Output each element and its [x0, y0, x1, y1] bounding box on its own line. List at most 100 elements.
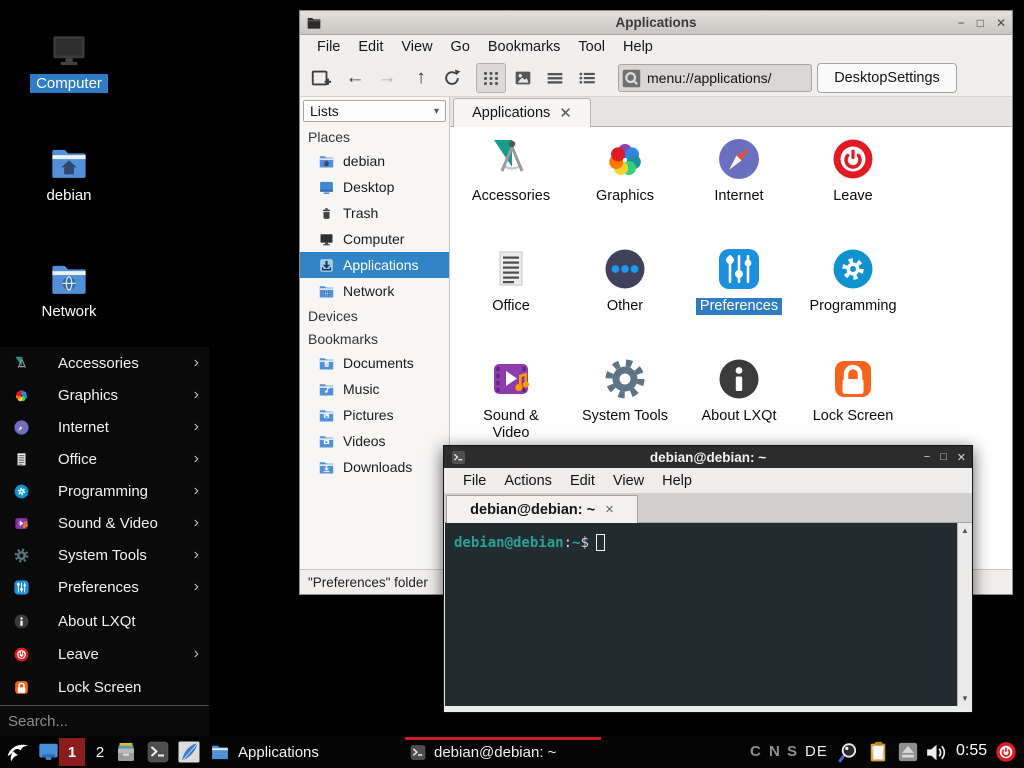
- quicklaunch-featherpad[interactable]: [177, 740, 201, 764]
- sidebar-header-bookmarks: Bookmarks: [300, 327, 449, 350]
- sidebar-item-downloads[interactable]: Downloads: [300, 454, 449, 480]
- terminal-titlebar[interactable]: debian@debian: ~ − □ ✕: [444, 446, 972, 468]
- menu-file[interactable]: File: [454, 471, 495, 491]
- tray-clipboard-manager[interactable]: [866, 740, 891, 765]
- task-button-terminal[interactable]: debian@debian: ~: [409, 736, 556, 768]
- menu-edit[interactable]: Edit: [561, 471, 604, 491]
- sidebar-item-videos[interactable]: Videos: [300, 428, 449, 454]
- app-category-preferences[interactable]: Preferences: [682, 243, 796, 353]
- start-menu-button[interactable]: [4, 739, 32, 765]
- sidebar-item-pictures[interactable]: Pictures: [300, 402, 449, 428]
- menu-item-graphics[interactable]: Graphics ›: [0, 379, 209, 411]
- office-icon: [13, 451, 30, 468]
- quicklaunch-terminal[interactable]: [146, 740, 170, 764]
- programming-icon: [829, 245, 877, 293]
- sidebar-item-computer[interactable]: Computer: [300, 226, 449, 252]
- minimize-button[interactable]: −: [924, 451, 930, 464]
- compact-view-icon: [544, 67, 566, 89]
- menu-item-lock-screen[interactable]: Lock Screen: [0, 671, 209, 703]
- menu-view[interactable]: View: [604, 471, 653, 491]
- menu-item-office[interactable]: Office ›: [0, 443, 209, 475]
- applications-icon: [318, 257, 335, 274]
- task-button-applications[interactable]: Applications: [209, 736, 319, 768]
- menu-edit[interactable]: Edit: [349, 37, 392, 57]
- fm-titlebar[interactable]: Applications − □ ✕: [300, 11, 1012, 35]
- videos-folder-icon: [318, 433, 335, 450]
- app-category-internet[interactable]: Internet: [682, 133, 796, 243]
- home-folder-icon: [46, 142, 92, 184]
- scroll-down-icon[interactable]: ▼: [961, 694, 969, 703]
- menu-item-preferences[interactable]: Preferences ›: [0, 571, 209, 603]
- app-category-graphics[interactable]: Graphics: [568, 133, 682, 243]
- menu-item-leave[interactable]: Leave ›: [0, 638, 209, 670]
- refresh-button[interactable]: [438, 64, 466, 92]
- menu-item-accessories[interactable]: Accessories ›: [0, 347, 209, 379]
- tray-removable-media[interactable]: [897, 741, 919, 763]
- tray-power-button[interactable]: [994, 740, 1018, 764]
- menu-view[interactable]: View: [392, 37, 441, 57]
- sidebar-item-desktop[interactable]: Desktop: [300, 174, 449, 200]
- app-category-programming[interactable]: Programming: [796, 243, 910, 353]
- minimize-button[interactable]: −: [958, 16, 965, 30]
- sidebar-item-debian[interactable]: debian: [300, 148, 449, 174]
- menu-search-row: [0, 705, 209, 736]
- menu-go[interactable]: Go: [442, 37, 479, 57]
- sidebar-mode-selector[interactable]: Lists ▾: [303, 100, 446, 122]
- desktop-icon-computer[interactable]: Computer: [14, 28, 124, 93]
- scroll-up-icon[interactable]: ▲: [961, 526, 969, 535]
- new-tab-button[interactable]: [307, 64, 335, 92]
- app-category-other[interactable]: Other: [568, 243, 682, 353]
- compact-view-button[interactable]: [540, 63, 570, 93]
- tab-close-icon[interactable]: ×: [605, 501, 614, 518]
- thumbnail-view-button[interactable]: [508, 63, 538, 93]
- forward-button[interactable]: →: [373, 64, 401, 92]
- app-category-leave[interactable]: Leave: [796, 133, 910, 243]
- desktop-icon-network[interactable]: Network: [14, 258, 124, 321]
- sidebar-item-trash[interactable]: Trash: [300, 200, 449, 226]
- sidebar-item-applications[interactable]: Applications: [300, 252, 449, 278]
- menu-actions[interactable]: Actions: [495, 471, 561, 491]
- menu-item-about-lxqt[interactable]: About LXQt: [0, 605, 209, 637]
- menu-help[interactable]: Help: [653, 471, 701, 491]
- workspace-1-button[interactable]: 1: [59, 738, 85, 766]
- back-button[interactable]: ←: [341, 64, 369, 92]
- menu-item-programming[interactable]: Programming ›: [0, 475, 209, 507]
- workspace-2-button[interactable]: 2: [88, 738, 112, 766]
- fm-tab-applications[interactable]: Applications ✕: [453, 98, 591, 127]
- app-category-accessories[interactable]: Accessories: [454, 133, 568, 243]
- clock[interactable]: 0:55: [956, 742, 987, 760]
- terminal-scrollbar[interactable]: ▲ ▼: [957, 523, 972, 706]
- show-desktop-button[interactable]: [37, 741, 60, 763]
- menu-file[interactable]: File: [308, 37, 349, 57]
- sidebar-item-documents[interactable]: Documents: [300, 350, 449, 376]
- menu-item-system-tools[interactable]: System Tools ›: [0, 539, 209, 571]
- desktop-icon-debian[interactable]: debian: [14, 142, 124, 205]
- tray-volume[interactable]: [924, 740, 949, 765]
- terminal-tab[interactable]: debian@debian: ~ ×: [446, 495, 638, 523]
- maximize-button[interactable]: □: [940, 451, 947, 464]
- sidebar-item-network[interactable]: Network: [300, 278, 449, 304]
- menu-tool[interactable]: Tool: [569, 37, 614, 57]
- maximize-button[interactable]: □: [977, 16, 984, 30]
- icon-view-button[interactable]: [476, 63, 506, 93]
- menu-item-internet[interactable]: Internet ›: [0, 411, 209, 443]
- app-category-office[interactable]: Office: [454, 243, 568, 353]
- tray-screenshot-tool[interactable]: [838, 740, 863, 765]
- quicklaunch-file-manager[interactable]: [114, 740, 138, 764]
- desktop-settings-button[interactable]: DesktopSettings: [817, 63, 957, 93]
- close-button[interactable]: ✕: [957, 451, 966, 464]
- menu-help[interactable]: Help: [614, 37, 662, 57]
- sidebar-item-music[interactable]: Music: [300, 376, 449, 402]
- terminal-icon: [409, 744, 427, 761]
- close-button[interactable]: ✕: [996, 16, 1006, 30]
- keyboard-layout-indicator[interactable]: DE: [805, 743, 828, 760]
- tab-close-icon[interactable]: ✕: [559, 104, 572, 122]
- menu-bookmarks[interactable]: Bookmarks: [479, 37, 570, 57]
- menu-search-input[interactable]: [8, 713, 188, 730]
- detailed-view-button[interactable]: [572, 63, 602, 93]
- lock-screen-icon: [829, 355, 877, 403]
- terminal-screen[interactable]: debian@debian:~$ ▲ ▼: [445, 523, 972, 706]
- up-button[interactable]: ↑: [407, 64, 435, 92]
- menu-item-sound-video[interactable]: Sound & Video ›: [0, 507, 209, 539]
- address-bar[interactable]: menu://applications/: [618, 64, 812, 92]
